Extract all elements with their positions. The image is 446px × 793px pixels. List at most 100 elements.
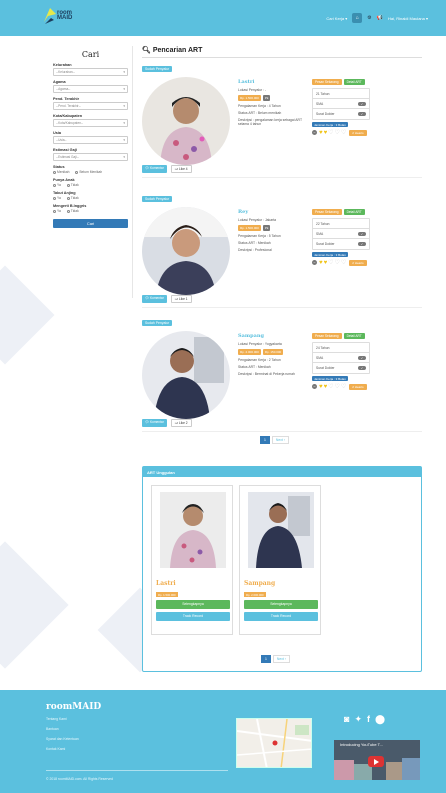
art-card: Sudah Penyalur 💬︎ Komentar 👍︎ Like 1 Rey… xyxy=(142,196,422,308)
footer-divider xyxy=(46,770,228,771)
featured-photo[interactable] xyxy=(160,492,226,568)
radio-anjing-tidak[interactable]: Tidak xyxy=(66,196,79,200)
filter-kota-select[interactable]: --Kota/Kabupaten-- ▾ xyxy=(53,119,128,127)
minus-icon[interactable]: − xyxy=(312,130,317,135)
like-button[interactable]: 👍︎ Like 4 xyxy=(170,165,192,173)
radio-menikah[interactable]: Menikah xyxy=(53,170,69,174)
footer-link-tentang[interactable]: Tentang Kami xyxy=(46,717,67,721)
art-location: Lokasi Penyalur : Jakarta xyxy=(238,218,277,222)
like-button[interactable]: 👍︎ Like 2 xyxy=(170,419,192,427)
order-button[interactable]: Pesan Sekarang xyxy=(312,79,342,85)
heart-outline-icon[interactable]: ♡ xyxy=(335,259,340,266)
filter-gaji-select[interactable]: --Estimasi Gaji-- ▾ xyxy=(53,153,128,161)
heart-icon[interactable]: ♥ xyxy=(319,260,323,266)
filter-usia-select[interactable]: --Usia-- ▾ xyxy=(53,136,128,144)
logo[interactable]: room MAID xyxy=(42,6,82,28)
hearts-count-button[interactable]: 2 Hearts xyxy=(349,259,367,266)
heart-outline-icon[interactable]: ♡ xyxy=(341,259,346,266)
twitter-icon[interactable]: ✦ xyxy=(354,714,362,725)
heart-outline-icon[interactable]: ♡ xyxy=(341,383,346,390)
github-icon[interactable]: ⬤ xyxy=(375,714,385,725)
art-name[interactable]: Lastri xyxy=(238,79,310,85)
search-sidebar: Cari Kelurahan --Kelurahan-- ▾ Agama --Ag… xyxy=(49,46,133,298)
heart-outline-icon[interactable]: ♡ xyxy=(328,259,333,266)
detail-button[interactable]: Detail ART xyxy=(343,79,365,85)
order-button[interactable]: Pesan Sekarang xyxy=(312,333,342,339)
instagram-icon[interactable]: ◙ xyxy=(344,714,349,725)
radio-inggris-tidak[interactable]: Tidak xyxy=(66,209,79,213)
filter-kelurahan-select[interactable]: --Kelurahan-- ▾ xyxy=(53,68,128,76)
art-status: Status ART : Belum menikah xyxy=(238,111,282,115)
hearts-count-button[interactable]: 2 Hearts xyxy=(349,383,367,390)
order-button[interactable]: Pesan Sekarang xyxy=(312,209,342,215)
radio-anak-ya[interactable]: Ya xyxy=(53,183,61,187)
home-icon[interactable]: ⌂ xyxy=(352,13,363,23)
play-icon[interactable] xyxy=(368,756,384,767)
filter-label: Punya Anak xyxy=(53,178,75,182)
track-record-button[interactable]: Track Record xyxy=(244,612,318,621)
heart-outline-icon[interactable]: ♡ xyxy=(328,129,333,136)
search-button[interactable]: Cari xyxy=(53,219,128,228)
minus-icon[interactable]: − xyxy=(312,260,317,265)
comment-button[interactable]: 💬︎ Komentar xyxy=(142,419,167,427)
page-1-button[interactable]: 1 xyxy=(260,436,270,444)
footer-link-kontak[interactable]: Kontak Kami xyxy=(46,747,65,751)
chevron-down-icon: ▾ xyxy=(123,104,125,108)
radio-inggris-ya[interactable]: Ya xyxy=(53,209,61,213)
minus-icon[interactable]: − xyxy=(312,384,317,389)
art-description: Deskripsi : pengalaman kerja sebagai ART… xyxy=(238,118,302,126)
heart-outline-icon[interactable]: ♡ xyxy=(341,129,346,136)
filter-pendidikan-select[interactable]: --Pend. Terakhir-- ▾ xyxy=(53,102,128,110)
filter-agama-select[interactable]: --Agama-- ▾ xyxy=(53,85,128,93)
comment-button[interactable]: 💬︎ Komentar xyxy=(142,295,167,303)
radio-belum-menikah[interactable]: Belum Menikah xyxy=(75,170,102,174)
page-1-button[interactable]: 1 xyxy=(261,655,271,663)
settings-icon[interactable]: ⚙ xyxy=(367,15,371,21)
filter-label: Pend. Terakhir xyxy=(53,97,80,101)
heart-outline-icon[interactable]: ♡ xyxy=(328,383,333,390)
like-button[interactable]: 👍︎ Like 1 xyxy=(170,295,192,303)
youtube-video[interactable]: Introducing YouTube T... xyxy=(334,740,420,780)
heart-icon[interactable]: ♥ xyxy=(324,384,328,390)
watermark-shape xyxy=(0,541,69,669)
anak-radio-group: Ya Tidak xyxy=(53,183,128,187)
art-name[interactable]: Sampang xyxy=(238,333,310,339)
list-item: SMA ✓ xyxy=(313,229,369,239)
detail-button[interactable]: Detail ART xyxy=(343,333,365,339)
art-name[interactable]: Rey xyxy=(238,209,310,215)
next-page-button[interactable]: Next › xyxy=(271,436,289,444)
art-location: Lokasi Penyalur : Yogyakarta xyxy=(238,342,282,346)
art-photo[interactable] xyxy=(142,77,230,165)
featured-photo[interactable] xyxy=(248,492,314,568)
thumbs-up-icon: 👍︎ xyxy=(174,421,179,425)
heart-icon[interactable]: ♥ xyxy=(324,260,328,266)
details-button[interactable]: Selengkapnya xyxy=(244,600,318,609)
featured-name[interactable]: Lastri xyxy=(156,580,176,587)
art-card: Sudah Penyalur 💬︎ Komentar 👍︎ Like 4 Las… xyxy=(142,66,422,178)
heart-icon[interactable]: ♥ xyxy=(319,130,323,136)
filter-label: Usia xyxy=(53,131,62,135)
detail-button[interactable]: Detail ART xyxy=(343,209,365,215)
next-page-button[interactable]: Next › xyxy=(272,655,290,663)
details-button[interactable]: Selengkapnya xyxy=(156,600,230,609)
heart-outline-icon[interactable]: ♡ xyxy=(335,383,340,390)
featured-card: Lastri Rp. 1.500.000 Selengkapnya Track … xyxy=(151,485,233,635)
announcement-icon[interactable]: 📢 xyxy=(377,15,383,21)
nav-menu-cari-kerja[interactable]: Cari Kerja ▾ xyxy=(326,16,347,21)
track-record-button[interactable]: Track Record xyxy=(156,612,230,621)
nav-user-menu[interactable]: Hai, Rinaldi Maulana ▾ xyxy=(388,16,428,21)
heart-icon[interactable]: ♥ xyxy=(324,130,328,136)
heart-outline-icon[interactable]: ♡ xyxy=(335,129,340,136)
footer-link-bantuan[interactable]: Bantuan xyxy=(46,727,59,731)
footer-link-syarat[interactable]: Syarat dan Ketentuan xyxy=(46,737,79,741)
art-photo[interactable] xyxy=(142,207,230,295)
art-photo[interactable] xyxy=(142,331,230,419)
featured-name[interactable]: Sampang xyxy=(244,580,275,587)
facebook-icon[interactable]: f xyxy=(367,714,370,725)
hearts-count-button[interactable]: 2 Hearts xyxy=(349,129,367,136)
location-map[interactable] xyxy=(236,718,312,768)
heart-icon[interactable]: ♥ xyxy=(319,384,323,390)
radio-anak-tidak[interactable]: Tidak xyxy=(66,183,79,187)
radio-anjing-ya[interactable]: Ya xyxy=(53,196,61,200)
comment-button[interactable]: 💬︎ Komentar xyxy=(142,165,167,173)
